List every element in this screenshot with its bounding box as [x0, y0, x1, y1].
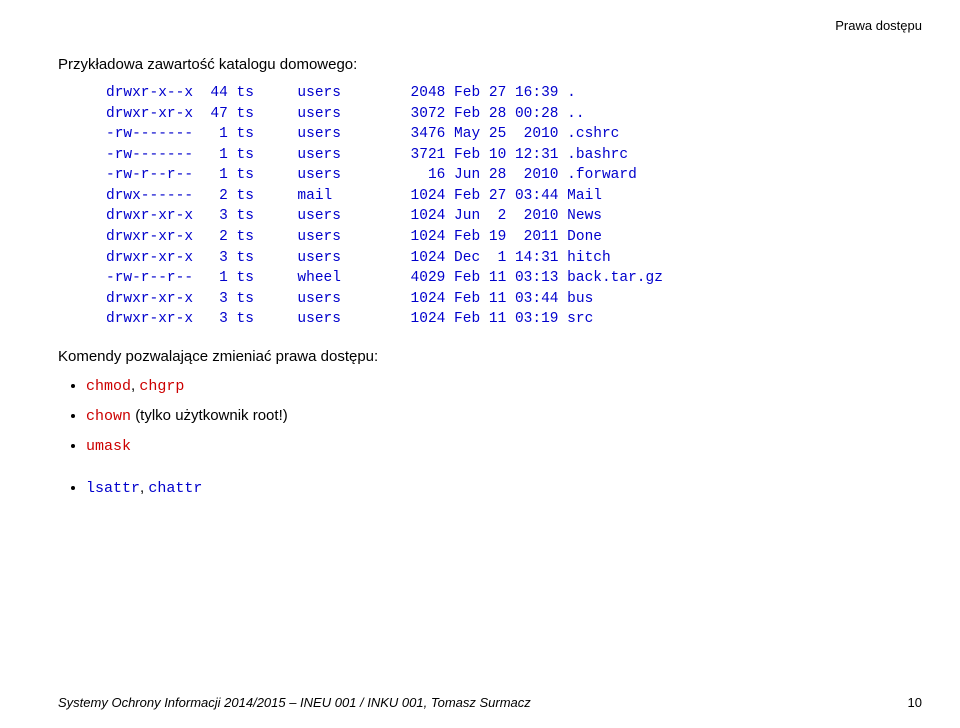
page-footer: Systemy Ochrony Informacji 2014/2015 – I… — [58, 695, 922, 710]
cmd-chattr: chattr — [148, 480, 202, 497]
bullet-list: chmod, chgrp chown (tylko użytkownik roo… — [58, 377, 902, 497]
bullet-chmod-chgrp: chmod, chgrp — [86, 377, 902, 395]
cmd-chmod: chmod — [86, 378, 131, 395]
footer-page-number: 10 — [908, 695, 922, 710]
page-header-right: Prawa dostępu — [835, 18, 922, 33]
cmd-umask: umask — [86, 438, 131, 455]
directory-listing: drwxr-x--x 44 ts users 2048 Feb 27 16:39… — [106, 83, 902, 330]
bullet-umask: umask — [86, 437, 902, 455]
commands-intro: Komendy pozwalające zmieniać prawa dostę… — [58, 348, 902, 365]
page: Prawa dostępu Przykładowa zawartość kata… — [0, 0, 960, 728]
bullet-chown: chown (tylko użytkownik root!) — [86, 407, 902, 425]
cmd-chown: chown — [86, 408, 131, 425]
bullet-lsattr-chattr: lsattr, chattr — [86, 479, 902, 497]
cmd-lsattr: lsattr — [86, 480, 140, 497]
footer-left: Systemy Ochrony Informacji 2014/2015 – I… — [58, 695, 531, 710]
chown-note: (tylko użytkownik root!) — [135, 407, 288, 424]
cmd-chgrp: chgrp — [139, 378, 184, 395]
intro-paragraph: Przykładowa zawartość katalogu domowego: — [58, 56, 902, 73]
